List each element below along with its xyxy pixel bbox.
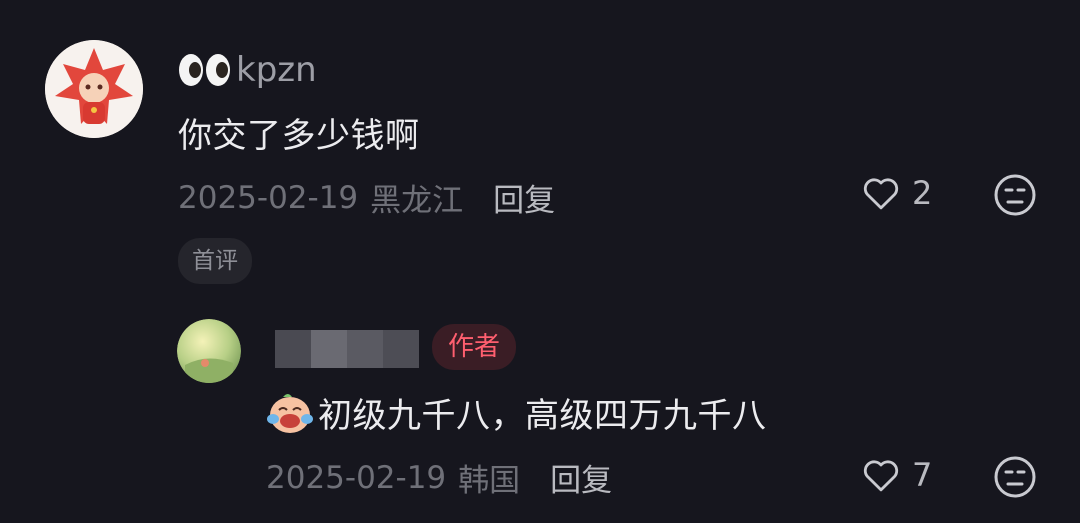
reply-like-count: 7: [912, 456, 933, 494]
author-username-redacted: [275, 330, 419, 368]
comment-date: 2025-02-19: [178, 179, 359, 216]
reply-location: 韩国: [458, 463, 521, 499]
reply-text-row: 初级九千八，高级四万九千八: [266, 388, 767, 437]
author-badge: 作者: [432, 324, 517, 370]
comment-meta: 2025-02-19 黑龙江 回复: [178, 175, 555, 220]
commenter-username[interactable]: kpzn: [236, 50, 317, 90]
comment-like-button[interactable]: 2: [860, 172, 932, 214]
crying-laughing-emoji-icon: [266, 391, 314, 435]
reply-reply-button[interactable]: 回复: [550, 455, 612, 500]
reply-like-button[interactable]: 7: [860, 454, 932, 496]
reply-meta: 2025-02-19 韩国 回复: [266, 455, 612, 500]
commenter-avatar[interactable]: [45, 40, 143, 138]
heart-icon: [860, 454, 902, 496]
eyes-emoji-icon: [178, 53, 232, 87]
comment-location: 黑龙江: [370, 183, 464, 219]
comment-text: 你交了多少钱啊: [178, 116, 420, 156]
comment-reply-button[interactable]: 回复: [493, 175, 555, 220]
username-row[interactable]: kpzn: [178, 50, 317, 90]
heart-icon: [860, 172, 902, 214]
reply-text: 初级九千八，高级四万九千八: [318, 396, 767, 436]
reply-date: 2025-02-19: [266, 459, 447, 496]
reply-dislike-face-icon[interactable]: [993, 455, 1037, 499]
author-avatar[interactable]: [177, 319, 241, 383]
comment-like-count: 2: [912, 174, 933, 212]
first-comment-badge: 首评: [178, 238, 252, 284]
comment-dislike-face-icon[interactable]: [993, 173, 1037, 217]
